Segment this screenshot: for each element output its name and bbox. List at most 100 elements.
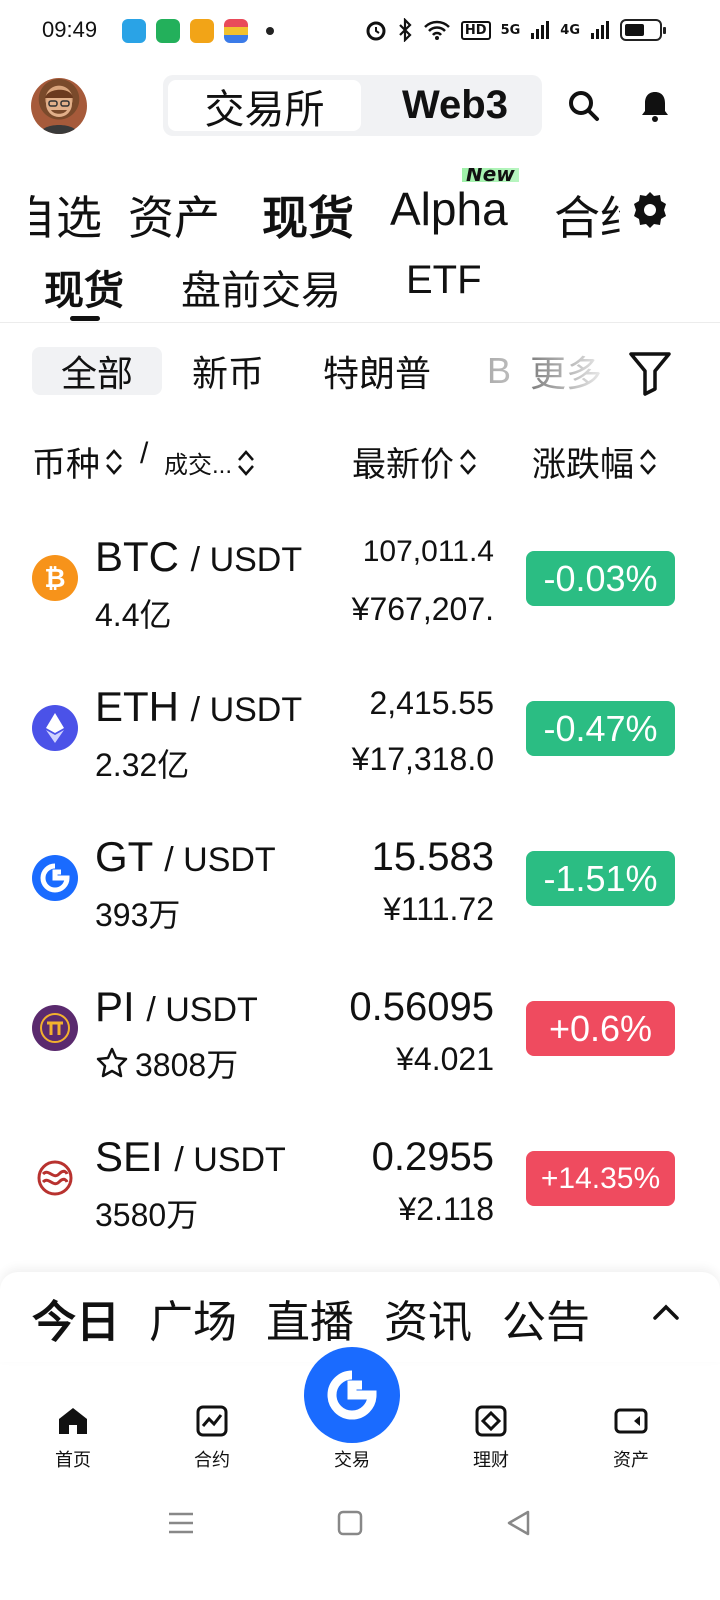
market-quote: / USDT: [174, 1141, 286, 1179]
market-volume-value: 393万: [95, 897, 181, 933]
market-symbol: ETH / USDT: [95, 683, 302, 731]
market-price: 0.2955: [371, 1135, 494, 1179]
gt-glyph-icon: [40, 863, 70, 893]
market-row[interactable]: ETH / USDT 2.32亿 2,415.55 ¥17,318.0 -0.4…: [0, 653, 720, 803]
market-symbol: GT / USDT: [95, 833, 276, 881]
avatar-face-icon: [39, 89, 79, 134]
menu-icon[interactable]: [166, 1508, 196, 1538]
col-price-label: 最新价: [352, 446, 454, 484]
back-icon[interactable]: [504, 1508, 534, 1538]
nav-wallet[interactable]: 资产: [586, 1404, 676, 1472]
home-icon: [59, 1408, 87, 1434]
search-icon[interactable]: [566, 88, 602, 124]
messages-icon: [156, 19, 180, 43]
market-price: 2,415.55: [369, 685, 494, 721]
col-volume[interactable]: 成交...: [164, 445, 256, 480]
market-quote: / USDT: [190, 541, 303, 579]
market-change-badge[interactable]: +14.35%: [526, 1151, 675, 1206]
top-nav-favorites[interactable]: 自选: [30, 182, 102, 246]
trade-icon: [327, 1370, 377, 1420]
market-volume: 2.32亿: [95, 740, 189, 786]
exchange-web3-switch: 交易所 Web3: [163, 75, 542, 136]
eth-glyph-icon: [46, 713, 64, 743]
market-fiat-price: ¥17,318.0: [351, 741, 494, 777]
market-row[interactable]: SEI / USDT 3580万 0.2955 ¥2.118 +14.35%: [0, 1103, 720, 1253]
app-icon: [190, 19, 214, 43]
nav-futures-label: 合约: [194, 1450, 230, 1470]
sei-glyph-icon: [37, 1160, 73, 1196]
filter-icon[interactable]: [628, 350, 672, 396]
top-nav-alpha[interactable]: Alpha: [390, 182, 508, 236]
market-symbol: BTC / USDT: [95, 533, 302, 581]
chips-fade: [488, 345, 608, 397]
chip-new-coins[interactable]: 新币: [176, 347, 280, 395]
subtab-premarket[interactable]: 盘前交易: [181, 258, 341, 316]
market-quote: / USDT: [164, 841, 276, 879]
signal-4g-label: 4G: [560, 22, 580, 38]
market-change-badge[interactable]: -0.03%: [526, 551, 675, 606]
avatar[interactable]: [31, 78, 87, 134]
hd-indicator: HD: [460, 20, 491, 40]
chip-trump[interactable]: 特朗普: [312, 347, 442, 395]
bell-icon[interactable]: [637, 88, 673, 124]
gear-icon[interactable]: [630, 190, 670, 230]
earn-icon: [475, 1405, 507, 1437]
signal-5g-label: 5G: [500, 22, 521, 38]
market-change-badge[interactable]: -0.47%: [526, 701, 675, 756]
col-coin[interactable]: 币种: [32, 437, 124, 486]
wallet-app-icon: [224, 19, 248, 43]
wifi-icon: [424, 20, 450, 40]
market-row[interactable]: PI / USDT 3808万 0.56095 ¥4.021 +0.6%: [0, 953, 720, 1103]
subtab-spot[interactable]: 现货: [44, 258, 124, 316]
top-nav-spot[interactable]: 现货: [262, 182, 354, 246]
battery-icon: [620, 19, 666, 41]
sheet-tab-news[interactable]: 资讯: [384, 1286, 472, 1350]
pi-icon: [32, 1005, 78, 1051]
market-volume: 3808万: [95, 1040, 238, 1086]
pi-glyph-icon: [40, 1013, 70, 1043]
home-button-icon[interactable]: [335, 1508, 365, 1538]
market-base: PI: [95, 983, 135, 1030]
status-bar: 09:49 HD 5G 4G: [0, 0, 720, 64]
market-quote: / USDT: [190, 691, 303, 729]
sheet-tab-live[interactable]: 直播: [266, 1286, 354, 1350]
btc-icon: ₿: [32, 555, 78, 601]
sort-icon: [640, 448, 656, 475]
nav-trade-label: 交易: [334, 1450, 370, 1470]
market-row[interactable]: ₿ BTC / USDT 4.4亿 107,011.4 ¥767,207. -0…: [0, 503, 720, 653]
sheet-tab-announcements[interactable]: 公告: [502, 1286, 590, 1350]
sheet-tab-square[interactable]: 广场: [149, 1286, 237, 1350]
trade-button[interactable]: [304, 1347, 400, 1443]
nav-home[interactable]: 首页: [28, 1404, 118, 1472]
segment-web3[interactable]: Web3: [375, 80, 535, 131]
status-indicators: HD 5G 4G: [365, 18, 666, 42]
eth-icon: [32, 705, 78, 751]
col-price[interactable]: 最新价: [352, 437, 478, 486]
market-change-badge[interactable]: -1.51%: [526, 851, 675, 906]
market-volume-value: 3580万: [95, 1197, 199, 1233]
market-fiat-price: ¥4.021: [396, 1041, 494, 1077]
chip-all[interactable]: 全部: [32, 347, 162, 395]
market-change-badge[interactable]: +0.6%: [526, 1001, 675, 1056]
battery-fill: [625, 24, 644, 36]
telegram-icon: [122, 19, 146, 43]
col-change[interactable]: 涨跌幅: [532, 437, 658, 486]
signal-icon: [531, 21, 550, 39]
sheet-tab-today[interactable]: 今日: [32, 1286, 120, 1350]
nav-earn[interactable]: 理财: [446, 1404, 536, 1472]
wallet-icon: [614, 1408, 648, 1434]
divider: [0, 322, 720, 323]
chevron-up-icon[interactable]: [652, 1302, 680, 1322]
new-badge: New: [462, 168, 519, 182]
star-icon[interactable]: [95, 1046, 129, 1080]
segment-exchange[interactable]: 交易所: [168, 80, 361, 132]
top-nav-assets[interactable]: 资产: [128, 182, 220, 246]
market-price: 15.583: [371, 835, 494, 879]
market-row[interactable]: GT / USDT 393万 15.583 ¥111.72 -1.51%: [0, 803, 720, 953]
subtab-etf[interactable]: ETF: [406, 258, 482, 303]
market-fiat-price: ¥111.72: [383, 891, 494, 927]
subtab-indicator: [70, 316, 100, 321]
top-nav-futures[interactable]: 合约: [554, 182, 620, 246]
nav-futures[interactable]: 合约: [167, 1404, 257, 1472]
market-symbol: PI / USDT: [95, 983, 258, 1031]
